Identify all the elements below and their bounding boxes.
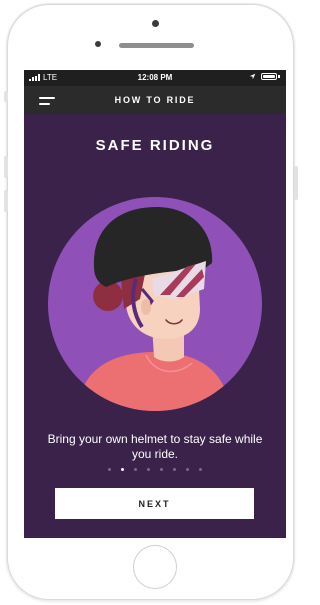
page-title: SAFE RIDING	[95, 137, 215, 154]
earpiece-speaker	[119, 43, 194, 48]
volume-down-button	[4, 190, 8, 212]
pagination-dot	[121, 468, 124, 471]
nav-bar: HOW TO RIDE	[24, 86, 286, 114]
sensor-icon	[95, 41, 101, 47]
nav-title: HOW TO RIDE	[114, 95, 196, 105]
status-bar: LTE 12:08 PM	[24, 70, 286, 86]
home-button[interactable]	[133, 545, 177, 589]
caption-text: Bring your own helmet to stay safe while…	[47, 432, 263, 461]
power-button	[294, 166, 298, 200]
helmet-rider-illustration	[48, 197, 262, 411]
app-screen: LTE 12:08 PM HOW TO RIDE SAFE RIDING Bri…	[24, 70, 286, 538]
pagination-dot	[108, 468, 111, 471]
battery-tip	[278, 75, 280, 78]
camera-icon	[152, 20, 159, 27]
battery-icon	[261, 73, 277, 80]
pagination-dot	[147, 468, 150, 471]
pagination-dot	[199, 468, 202, 471]
silent-switch	[4, 91, 8, 102]
status-time: 12:08 PM	[137, 73, 173, 82]
volume-up-button	[4, 156, 8, 178]
pagination-dot	[173, 468, 176, 471]
next-button[interactable]: NEXT	[55, 488, 254, 519]
pagination-dot	[134, 468, 137, 471]
location-arrow-icon	[249, 73, 256, 80]
page-indicator	[24, 468, 286, 471]
status-icons	[249, 73, 280, 80]
pagination-dot	[160, 468, 163, 471]
pagination-dot	[186, 468, 189, 471]
